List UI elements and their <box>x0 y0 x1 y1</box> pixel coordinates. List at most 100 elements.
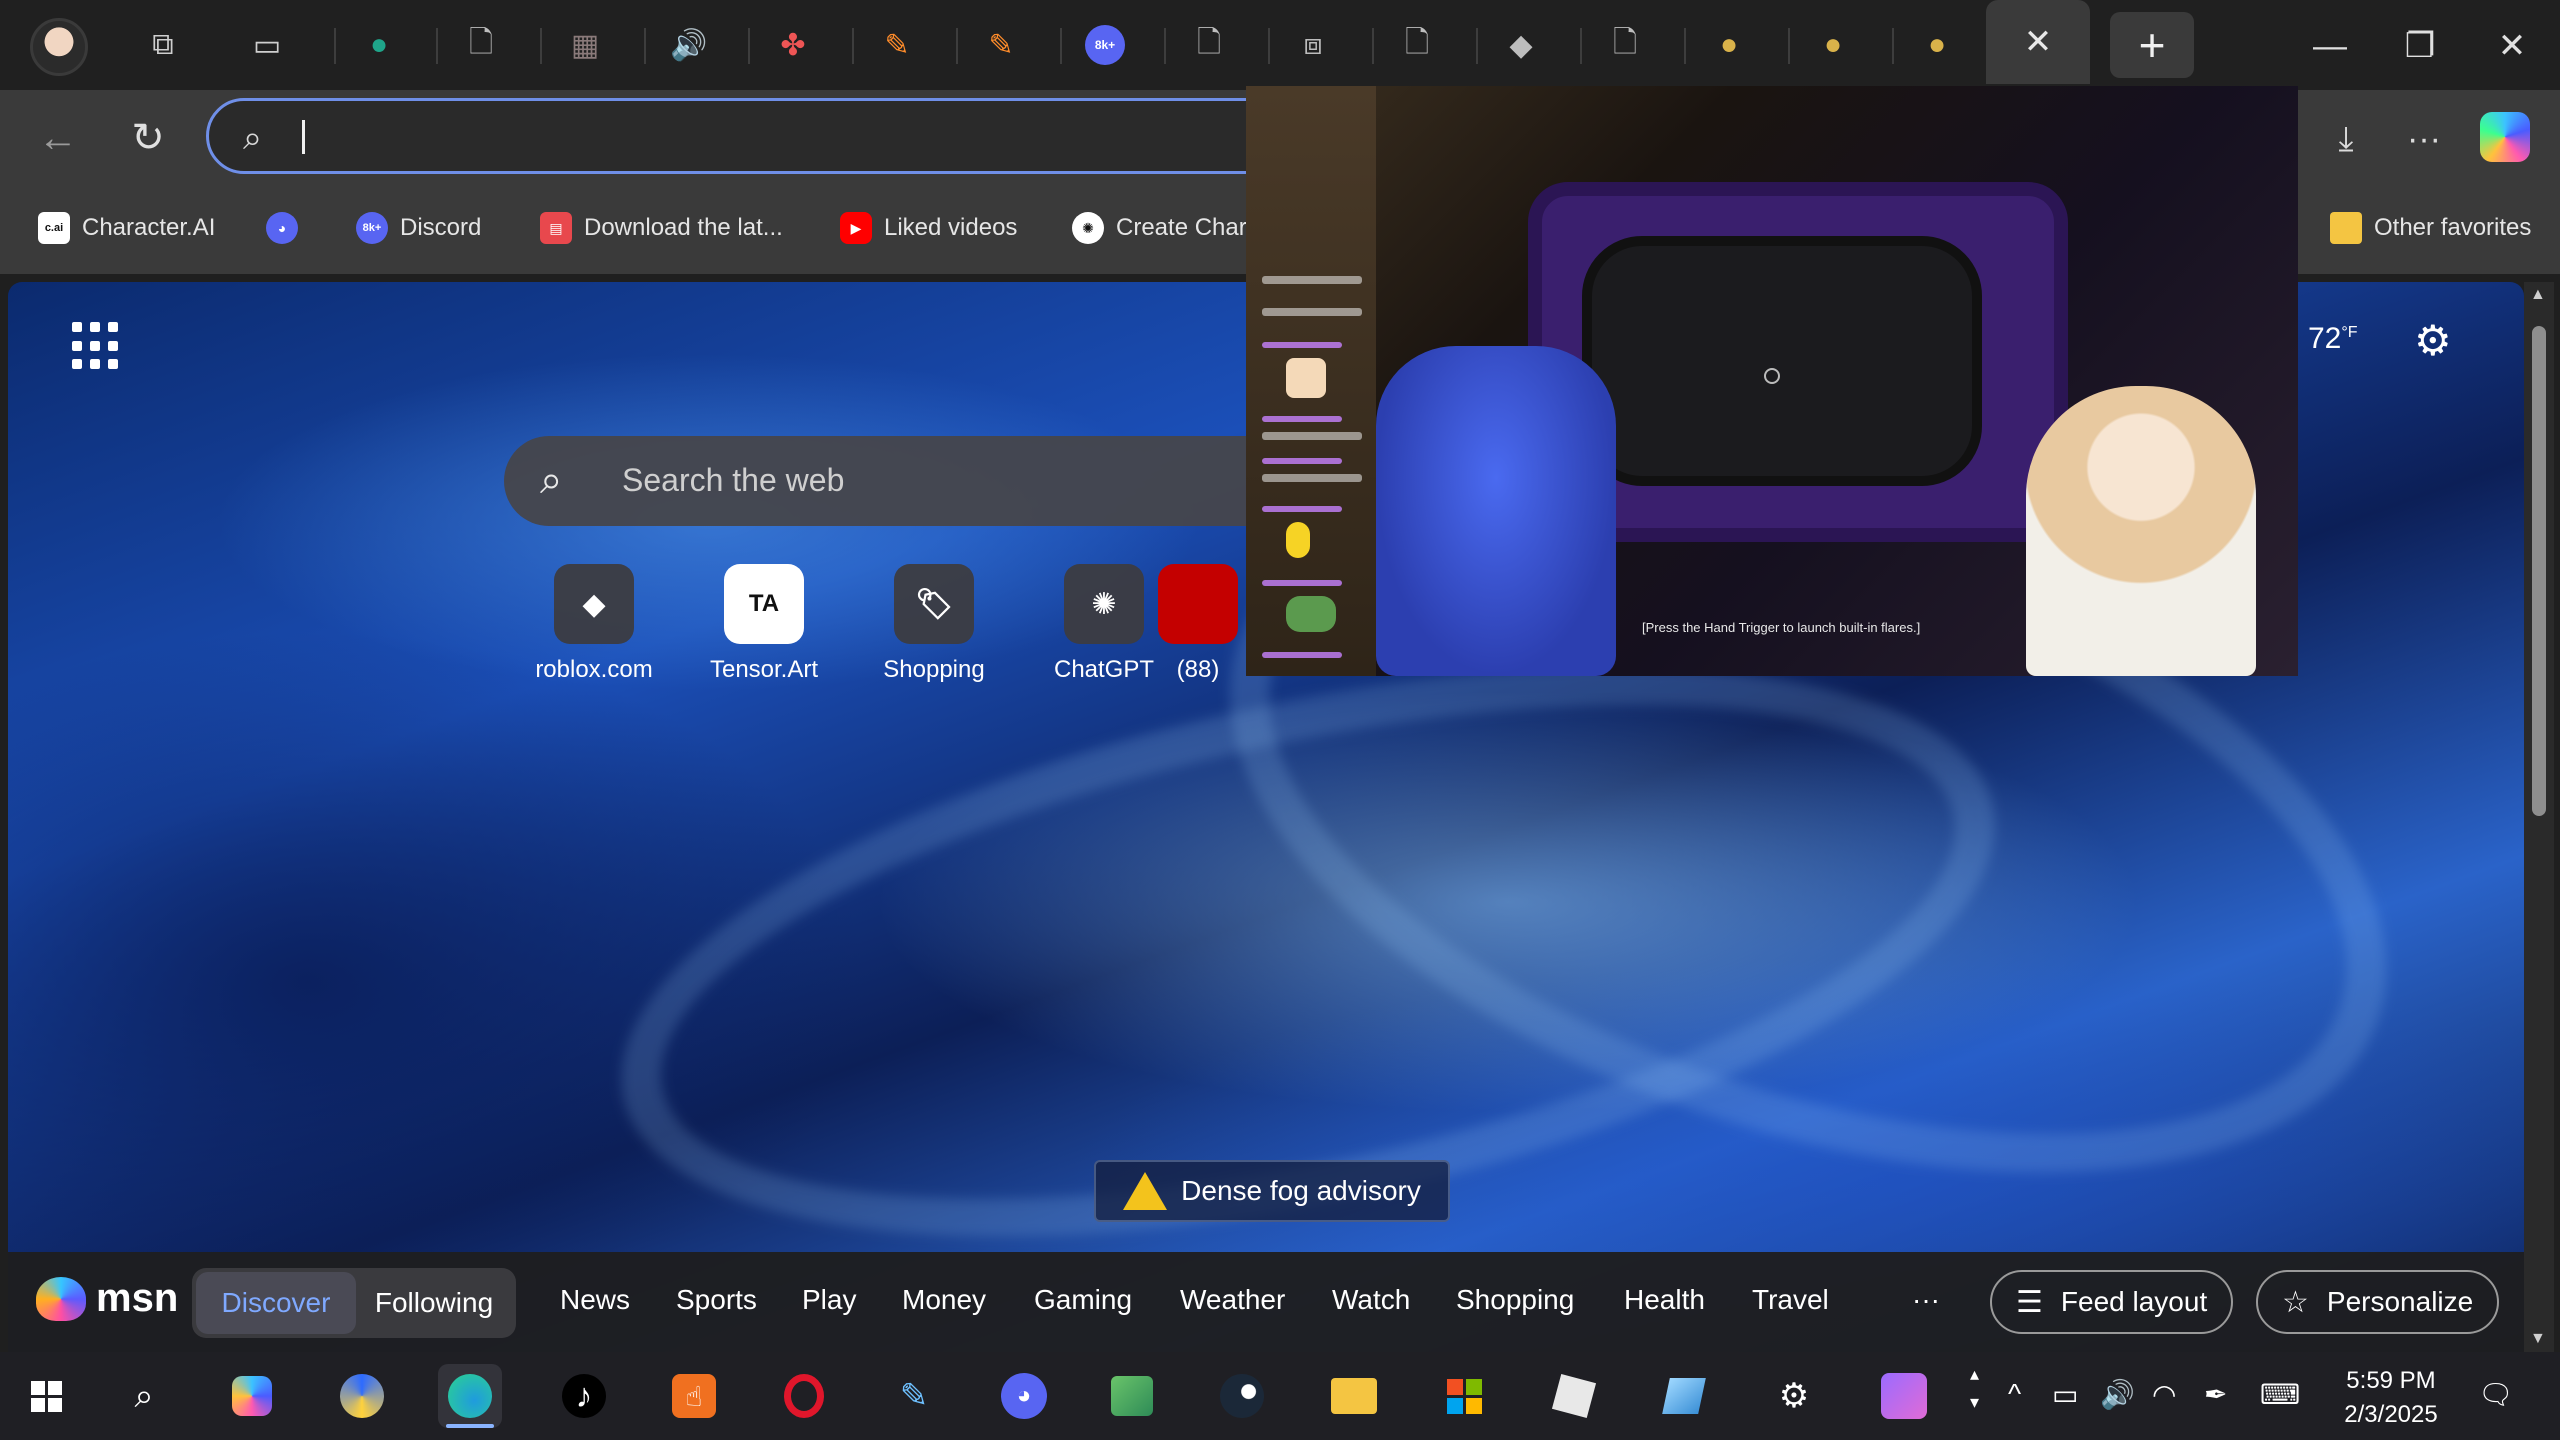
nav-weather[interactable]: Weather <box>1180 1284 1285 1316</box>
favorite-character-ai[interactable]: c.ai Character.AI <box>38 204 215 252</box>
weather-widget[interactable]: 72°F <box>2308 322 2358 356</box>
taskbar-roblox-studio[interactable] <box>1652 1364 1716 1428</box>
taskbar-ms-store[interactable] <box>1432 1364 1496 1428</box>
taskbar-steam[interactable] <box>1210 1364 1274 1428</box>
tab-active-close[interactable]: ✕ <box>1986 0 2090 84</box>
taskbar-opera[interactable] <box>772 1364 836 1428</box>
roblox-studio-icon <box>1662 1378 1706 1414</box>
close-icon[interactable]: ✕ <box>2024 22 2053 62</box>
nav-play[interactable]: Play <box>802 1284 856 1316</box>
refresh-button[interactable]: ↻ <box>118 110 178 166</box>
tab-5[interactable]: ✤ <box>748 14 838 76</box>
more-menu-button[interactable]: ··· <box>2394 114 2454 164</box>
nav-travel[interactable]: Travel <box>1752 1284 1829 1316</box>
show-hidden-icons[interactable]: ^ <box>2008 1378 2021 1410</box>
nav-gaming[interactable]: Gaming <box>1034 1284 1132 1316</box>
tab-2[interactable]: 🗋 <box>436 14 526 76</box>
quick-link-shopping[interactable]: 🏷 Shopping <box>854 564 1014 704</box>
tab-14[interactable]: ● <box>1684 14 1774 76</box>
segment-discover[interactable]: Discover <box>196 1272 356 1334</box>
scroll-up-icon[interactable]: ▲ <box>2530 286 2546 304</box>
quick-link-roblox[interactable]: ◆ roblox.com <box>514 564 674 704</box>
notification-center[interactable]: 🗨 <box>2478 1378 2514 1411</box>
tab-16[interactable]: ● <box>1892 14 1982 76</box>
tab-strip: ⧉ ▭ ● 🗋 ▦ 🔊 ✤ ✎ ✎ 8k+ 🗋 ⧈ 🗋 ◆ 🗋 ● ● ● ✕ … <box>0 0 2560 90</box>
close-window-button[interactable]: ✕ <box>2472 18 2552 74</box>
downloads-button[interactable]: ⤓ <box>2316 114 2376 164</box>
tray-wifi[interactable]: ◠ <box>2152 1378 2176 1411</box>
taskbar-settings[interactable]: ⚙ <box>1762 1364 1826 1428</box>
segment-following[interactable]: Following <box>356 1272 512 1334</box>
taskbar-paint[interactable]: ✎ <box>882 1364 946 1428</box>
copilot-button[interactable] <box>2480 112 2530 162</box>
nav-more[interactable]: ··· <box>1912 1284 1940 1316</box>
favorite-liked-videos[interactable]: ▶ Liked videos <box>840 204 1017 252</box>
taskbar-edge[interactable] <box>438 1364 502 1428</box>
tab-12[interactable]: ◆ <box>1476 14 1566 76</box>
quick-link-tensor-art[interactable]: TA Tensor.Art <box>684 564 844 704</box>
favorite-download[interactable]: ▤ Download the lat... <box>540 204 783 252</box>
taskbar-anime-app[interactable] <box>1872 1364 1936 1428</box>
taskbar-tiktok[interactable]: ♪ <box>552 1364 616 1428</box>
start-button[interactable] <box>14 1364 78 1428</box>
nav-sports[interactable]: Sports <box>676 1284 757 1316</box>
nav-shopping[interactable]: Shopping <box>1456 1284 1574 1316</box>
feed-layout-button[interactable]: ☰ Feed layout <box>1990 1270 2234 1334</box>
favorite-create-chara[interactable]: ✺ Create Chara <box>1072 204 1260 252</box>
picture-in-picture-video[interactable]: [Press the Hand Trigger to launch built-… <box>1246 86 2298 676</box>
tab-11[interactable]: 🗋 <box>1372 14 1462 76</box>
tab-13[interactable]: 🗋 <box>1580 14 1670 76</box>
nav-health[interactable]: Health <box>1624 1284 1705 1316</box>
quick-link-youtube[interactable]: (88) <box>1158 564 1238 704</box>
clock[interactable]: 5:59 PM 2/3/2025 <box>2316 1364 2466 1432</box>
favorite-discord-icon-only[interactable]: ◕ <box>266 204 310 252</box>
quick-link-label: Shopping <box>883 656 985 683</box>
tray-battery[interactable]: ▭ <box>2052 1378 2078 1411</box>
favorite-discord[interactable]: 8k+ Discord <box>356 204 481 252</box>
workspaces-icon[interactable]: ⧉ <box>138 22 188 68</box>
personalize-button[interactable]: ☆ Personalize <box>2256 1270 2500 1334</box>
weather-unit: °F <box>2341 324 2358 341</box>
tab-9[interactable]: 🗋 <box>1164 14 1254 76</box>
tab-actions-icon[interactable]: ▭ <box>242 22 292 68</box>
download-site-icon: ▤ <box>540 212 572 244</box>
taskbar-scroll-arrows[interactable]: ▴ ▾ <box>1970 1360 1979 1416</box>
msn-logo[interactable]: msn <box>36 1276 178 1321</box>
tab-1[interactable]: ● <box>334 14 424 76</box>
tray-keyboard[interactable]: ⌨ <box>2260 1378 2300 1411</box>
taskbar-roblox[interactable] <box>1542 1364 1606 1428</box>
page-scrollbar[interactable]: ▲ ▼ <box>2524 282 2554 1352</box>
tab-15[interactable]: ● <box>1788 14 1878 76</box>
apps-grid-button[interactable] <box>72 322 120 370</box>
taskbar-copilot[interactable] <box>220 1364 284 1428</box>
taskbar-touch-app[interactable]: ☝ <box>662 1364 726 1428</box>
page-settings-button[interactable]: ⚙ <box>2414 316 2464 366</box>
nav-money[interactable]: Money <box>902 1284 986 1316</box>
minimize-button[interactable]: — <box>2290 18 2370 74</box>
tray-volume[interactable]: 🔊 <box>2100 1378 2135 1411</box>
restore-button[interactable]: ❐ <box>2380 18 2460 74</box>
taskbar-app-widget[interactable] <box>330 1364 394 1428</box>
pencil-icon: ✎ <box>884 28 910 62</box>
taskbar-map-app[interactable] <box>1100 1364 1164 1428</box>
tab-3[interactable]: ▦ <box>540 14 630 76</box>
nav-watch[interactable]: Watch <box>1332 1284 1410 1316</box>
other-favorites[interactable]: Other favorites <box>2330 204 2531 252</box>
scrollbar-thumb[interactable] <box>2532 326 2546 816</box>
scroll-down-icon[interactable]: ▼ <box>2530 1330 2546 1348</box>
tab-10[interactable]: ⧈ <box>1268 14 1358 76</box>
nav-news[interactable]: News <box>560 1284 630 1316</box>
sliders-icon: ☰ <box>2016 1285 2043 1319</box>
taskbar-discord[interactable]: ◕ <box>992 1364 1056 1428</box>
tray-pen[interactable]: ✒ <box>2204 1378 2227 1411</box>
profile-avatar[interactable] <box>30 18 88 76</box>
taskbar-search[interactable]: ⌕ <box>112 1364 176 1428</box>
tab-6[interactable]: ✎ <box>852 14 942 76</box>
taskbar-file-explorer[interactable] <box>1322 1364 1386 1428</box>
tab-8[interactable]: 8k+ <box>1060 14 1150 76</box>
tab-7[interactable]: ✎ <box>956 14 1046 76</box>
back-button[interactable]: ← <box>28 110 88 166</box>
new-tab-button[interactable]: + <box>2110 12 2194 78</box>
tab-4[interactable]: 🔊 <box>644 14 734 76</box>
weather-alert[interactable]: Dense fog advisory <box>1094 1160 1450 1222</box>
